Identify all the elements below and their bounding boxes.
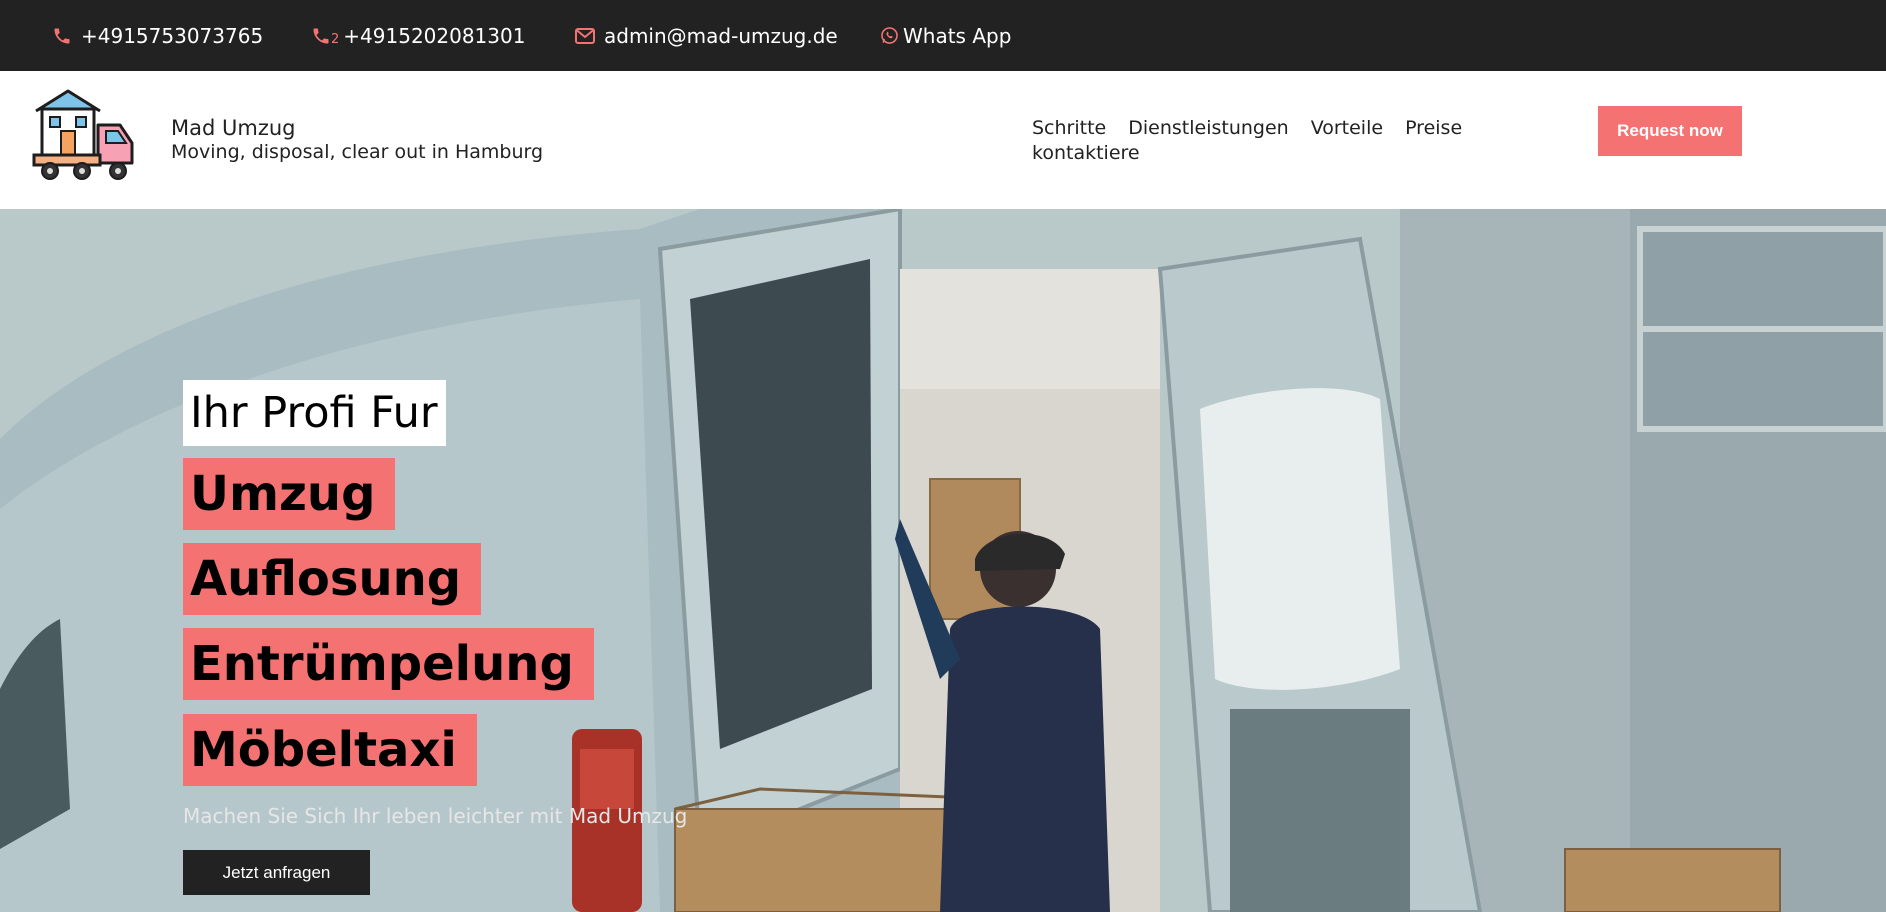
hero-service-2: Auflosung: [183, 543, 482, 615]
nav-item-kontaktiere[interactable]: kontaktiere: [1032, 142, 1140, 164]
hero-service-4: Möbeltaxi: [183, 714, 477, 786]
phone-number-2: +4915202081301: [343, 23, 526, 48]
brand-name[interactable]: Mad Umzug: [171, 116, 295, 140]
whatsapp-icon: [880, 26, 899, 45]
phone-icon: 2: [311, 24, 339, 47]
email-address: admin@mad-umzug.de: [604, 23, 838, 48]
brand-tagline: Moving, disposal, clear out in Hamburg: [171, 141, 544, 163]
phone-link-1[interactable]: +4915753073765: [52, 0, 263, 71]
nav-item-schritte[interactable]: Schritte: [1032, 117, 1106, 139]
site-header: Mad Umzug Moving, disposal, clear out in…: [0, 71, 1886, 209]
phone-icon-suffix: 2: [331, 32, 340, 47]
phone-number-1: +4915753073765: [81, 23, 264, 48]
whatsapp-link[interactable]: Whats App: [880, 0, 1011, 71]
top-contact-bar: +4915753073765 2 +4915202081301 admin@ma…: [0, 0, 1886, 71]
jetzt-anfragen-button[interactable]: Jetzt anfragen: [183, 850, 370, 895]
nav-item-preise[interactable]: Preise: [1405, 117, 1462, 139]
nav-item-vorteile[interactable]: Vorteile: [1311, 117, 1383, 139]
moving-truck-logo-icon[interactable]: [32, 87, 160, 185]
main-nav: Schritte Dienstleistungen Vorteile Preise k…: [1032, 116, 1472, 166]
request-now-button[interactable]: Request now: [1598, 106, 1742, 156]
nav-item-dienstleistungen[interactable]: Dienstleistungen: [1128, 117, 1288, 139]
email-link[interactable]: admin@mad-umzug.de: [575, 0, 838, 71]
phone-link-2[interactable]: 2 +4915202081301: [311, 0, 525, 71]
hero-service-1: Umzug: [183, 458, 396, 530]
hero-service-3: Entrümpelung: [183, 628, 594, 700]
phone-icon: [52, 26, 72, 46]
whatsapp-label: Whats App: [903, 23, 1012, 48]
hero-subtitle: Machen Sie Sich Ihr leben leichter mit M…: [183, 804, 688, 828]
hero-intro: Ihr Profi Fur: [183, 380, 446, 446]
mail-icon: [575, 27, 595, 44]
